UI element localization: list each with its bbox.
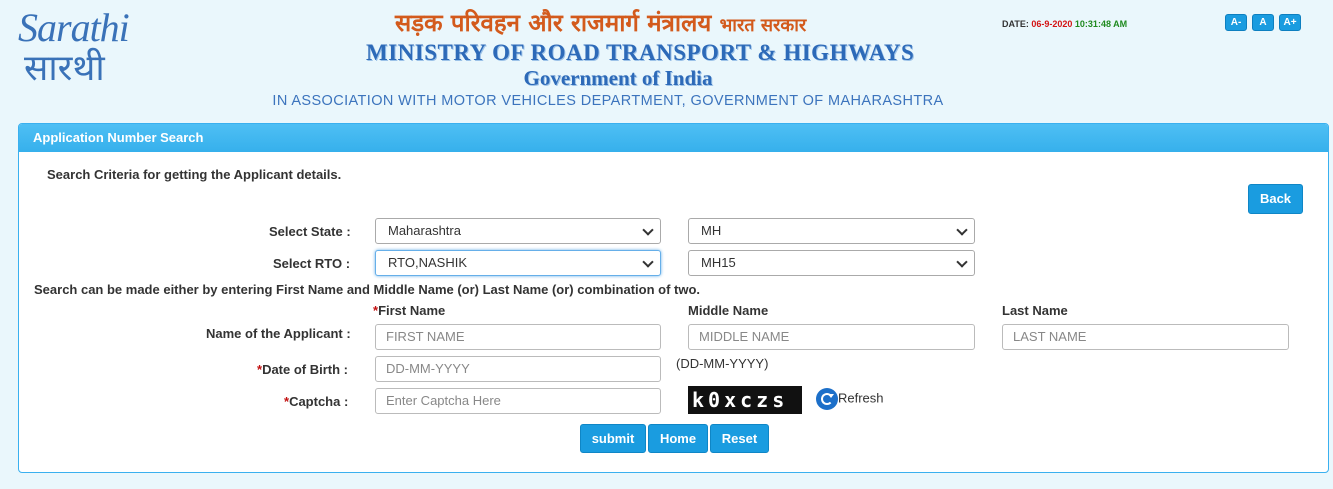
dob-label: *Date of Birth : — [257, 362, 348, 377]
font-size-controls: A- A A+ — [1225, 14, 1301, 31]
rto-code-value: MH15 — [701, 255, 736, 270]
middle-name-input[interactable]: MIDDLE NAME — [688, 324, 975, 350]
refresh-icon — [816, 388, 838, 410]
date-time-display: DATE: 06-9-2020 10:31:48 AM — [1002, 19, 1127, 29]
ministry-title: MINISTRY OF ROAD TRANSPORT & HIGHWAYS — [366, 40, 915, 65]
rto-label: Select RTO : — [273, 256, 351, 271]
hindi-sub-text: भारत सरकार — [719, 15, 807, 36]
rto-select-value: RTO,NASHIK — [388, 255, 467, 270]
chevron-down-icon — [956, 224, 968, 236]
home-button[interactable]: Home — [648, 424, 708, 453]
panel-title: Application Number Search — [19, 124, 1328, 152]
search-panel: Application Number Search Search Criteri… — [18, 123, 1329, 473]
font-normal-button[interactable]: A — [1252, 14, 1274, 31]
association-text: IN ASSOCIATION WITH MOTOR VEHICLES DEPAR… — [272, 93, 944, 109]
sarathi-logo: Sarathi सारथी — [14, 5, 139, 90]
criteria-text: Search Criteria for getting the Applican… — [47, 167, 342, 182]
date-value: 06-9-2020 — [1031, 19, 1073, 29]
reset-button[interactable]: Reset — [710, 424, 769, 453]
captcha-image: k0xczs — [688, 386, 802, 414]
middle-name-header: Middle Name — [688, 303, 769, 318]
last-name-input[interactable]: LAST NAME — [1002, 324, 1289, 350]
applicant-name-label: Name of the Applicant : — [206, 326, 351, 341]
government-title: Government of India — [523, 66, 713, 90]
search-note: Search can be made either by entering Fi… — [34, 282, 701, 297]
refresh-captcha-link[interactable]: Refresh — [816, 388, 884, 410]
state-label: Select State : — [269, 224, 351, 239]
chevron-down-icon — [956, 256, 968, 268]
state-select[interactable]: Maharashtra — [375, 218, 661, 244]
dob-format-hint: (DD-MM-YYYY) — [676, 356, 769, 371]
rto-select[interactable]: RTO,NASHIK — [375, 250, 661, 276]
refresh-label: Refresh — [838, 390, 884, 406]
chevron-down-icon — [642, 256, 654, 268]
ministry-title-hindi: सड़क परिवहन और राजमार्ग मंत्रालय भारत सर… — [395, 6, 845, 39]
logo-text-hi: सारथी — [24, 48, 105, 89]
first-name-header: *First Name — [373, 303, 445, 318]
date-label: DATE: — [1002, 19, 1029, 29]
captcha-input[interactable]: Enter Captcha Here — [375, 388, 661, 414]
back-button[interactable]: Back — [1248, 184, 1303, 214]
dob-input[interactable]: DD-MM-YYYY — [375, 356, 661, 382]
font-increase-button[interactable]: A+ — [1279, 14, 1301, 31]
time-value: 10:31:48 AM — [1074, 19, 1128, 29]
state-select-value: Maharashtra — [388, 223, 461, 238]
captcha-label: *Captcha : — [284, 394, 348, 409]
rto-code-select[interactable]: MH15 — [688, 250, 975, 276]
first-name-input[interactable]: FIRST NAME — [375, 324, 661, 350]
font-decrease-button[interactable]: A- — [1225, 14, 1247, 31]
state-code-value: MH — [701, 223, 722, 238]
dob-label-text: Date of Birth : — [262, 362, 349, 377]
state-code-select[interactable]: MH — [688, 218, 975, 244]
first-name-header-text: First Name — [378, 303, 446, 318]
chevron-down-icon — [642, 224, 654, 236]
submit-button[interactable]: submit — [580, 424, 646, 453]
last-name-header: Last Name — [1002, 303, 1068, 318]
hindi-title-text: सड़क परिवहन और राजमार्ग मंत्रालय — [395, 8, 712, 37]
captcha-label-text: Captcha : — [289, 394, 349, 409]
